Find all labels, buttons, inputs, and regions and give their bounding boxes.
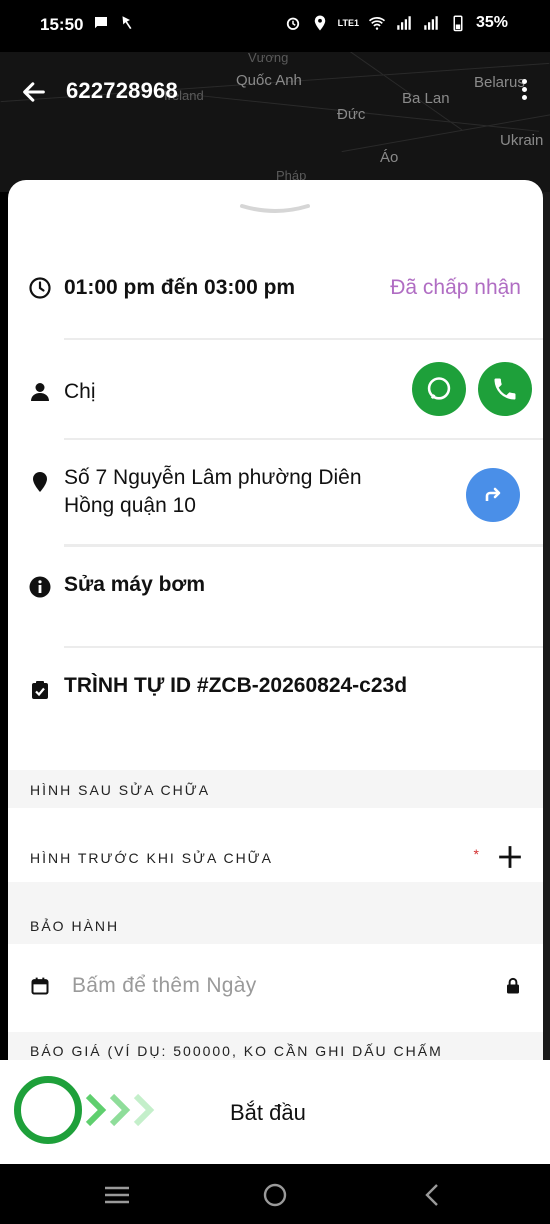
status-time: 15:50: [40, 15, 84, 34]
map-label: Ba Lan: [402, 90, 450, 107]
divider: [64, 438, 543, 440]
chat-button[interactable]: [412, 362, 466, 416]
status-notification-icons: [92, 14, 136, 32]
before-repair-photos-row[interactable]: HÌNH TRƯỚC KHI SỬA CHỮA *: [8, 830, 543, 882]
start-slider[interactable]: Bắt đầu: [0, 1060, 550, 1164]
order-id-row: TRÌNH TỰ ID #ZCB-20260824-c23d: [8, 668, 543, 728]
home-icon[interactable]: [260, 1180, 290, 1210]
job-detail-sheet: 01:00 pm đến 03:00 pm Đã chấp nhận Chị S…: [8, 180, 543, 1060]
chat-notification-icon: [95, 17, 107, 29]
system-nav-bar: [0, 1164, 550, 1224]
customer-row: Chị: [8, 360, 543, 430]
alarm-icon: [286, 17, 299, 30]
call-button[interactable]: [478, 362, 532, 416]
customer-name: Chị: [64, 380, 96, 403]
chevrons-right-icon: [85, 1093, 155, 1127]
map-pin-icon: [33, 472, 47, 492]
address-line-1: Số 7 Nguyễn Lâm phường Diên: [64, 466, 362, 489]
add-photo-plus-icon[interactable]: [497, 844, 523, 870]
back-arrow-icon[interactable]: [20, 78, 48, 106]
more-menu-icon[interactable]: [518, 76, 530, 108]
status-right: LTE1 35%: [284, 14, 508, 32]
map-view[interactable]: Vương Quốc Anh Ireland Ba Lan Belarus Đứ…: [0, 52, 550, 192]
info-icon: [29, 576, 51, 598]
start-label: Bắt đầu: [230, 1100, 306, 1125]
address-row: Số 7 Nguyễn Lâm phường Diên Hồng quận 10: [8, 460, 543, 540]
sheet-handle-icon[interactable]: [238, 200, 312, 218]
service-name: Sửa máy bơm: [64, 573, 206, 596]
battery-icon: [453, 15, 463, 32]
divider: [64, 338, 543, 340]
map-label: Quốc Anh: [236, 72, 302, 89]
map-label: Ukrain: [500, 132, 544, 149]
before-repair-photos-label: HÌNH TRƯỚC KHI SỬA CHỮA: [30, 850, 273, 866]
map-label: Áo: [380, 149, 399, 166]
signal-icon: [424, 16, 438, 30]
directions-arrow-icon: [485, 487, 501, 501]
schedule-time: 01:00 pm đến 03:00 pm: [64, 276, 296, 299]
battery-percent: 35%: [475, 14, 508, 31]
after-repair-photos-header: HÌNH SAU SỬA CHỮA: [8, 770, 543, 808]
system-back-icon[interactable]: [418, 1180, 448, 1210]
section-gap: [8, 882, 543, 908]
status-badge: Đã chấp nhận: [390, 276, 521, 299]
order-id: TRÌNH TỰ ID #ZCB-20260824-c23d: [64, 674, 408, 697]
person-icon: [31, 383, 49, 401]
map-label: Đức: [337, 106, 366, 123]
warranty-date-input[interactable]: Bấm để thêm Ngày: [72, 974, 257, 998]
calendar-icon: [31, 977, 49, 995]
location-icon: [314, 15, 325, 31]
divider: [64, 544, 543, 547]
schedule-row: 01:00 pm đến 03:00 pm Đã chấp nhận: [8, 260, 543, 320]
tool-notification-icon: [122, 16, 132, 29]
service-row: Sửa máy bơm: [8, 565, 543, 625]
chat-bubble-icon: [427, 377, 451, 400]
wifi-icon: [368, 17, 386, 30]
job-number-title: 622728968: [66, 78, 178, 103]
clipboard-check-icon: [32, 681, 48, 699]
signal-icon: [397, 16, 411, 30]
lock-icon: [507, 977, 519, 994]
divider: [64, 646, 543, 648]
section-gap: [8, 808, 543, 830]
slider-knob[interactable]: [14, 1076, 82, 1144]
network-label: LTE1: [337, 17, 359, 28]
phone-icon: [494, 378, 516, 400]
directions-button[interactable]: [466, 468, 520, 522]
warranty-date-row[interactable]: Bấm để thêm Ngày: [8, 944, 543, 1032]
address-line-2: Hồng quận 10: [64, 494, 196, 517]
warranty-header: BẢO HÀNH: [8, 908, 543, 944]
map-label: Vương: [248, 52, 289, 65]
clock-icon: [29, 277, 51, 299]
status-bar: 15:50 LTE1 35%: [0, 0, 550, 52]
quote-header: BÁO GIÁ (VÍ DỤ: 500000, KO CẦN GHI DẤU C…: [8, 1032, 543, 1060]
recent-apps-icon[interactable]: [102, 1180, 132, 1210]
required-mark: *: [473, 846, 481, 862]
